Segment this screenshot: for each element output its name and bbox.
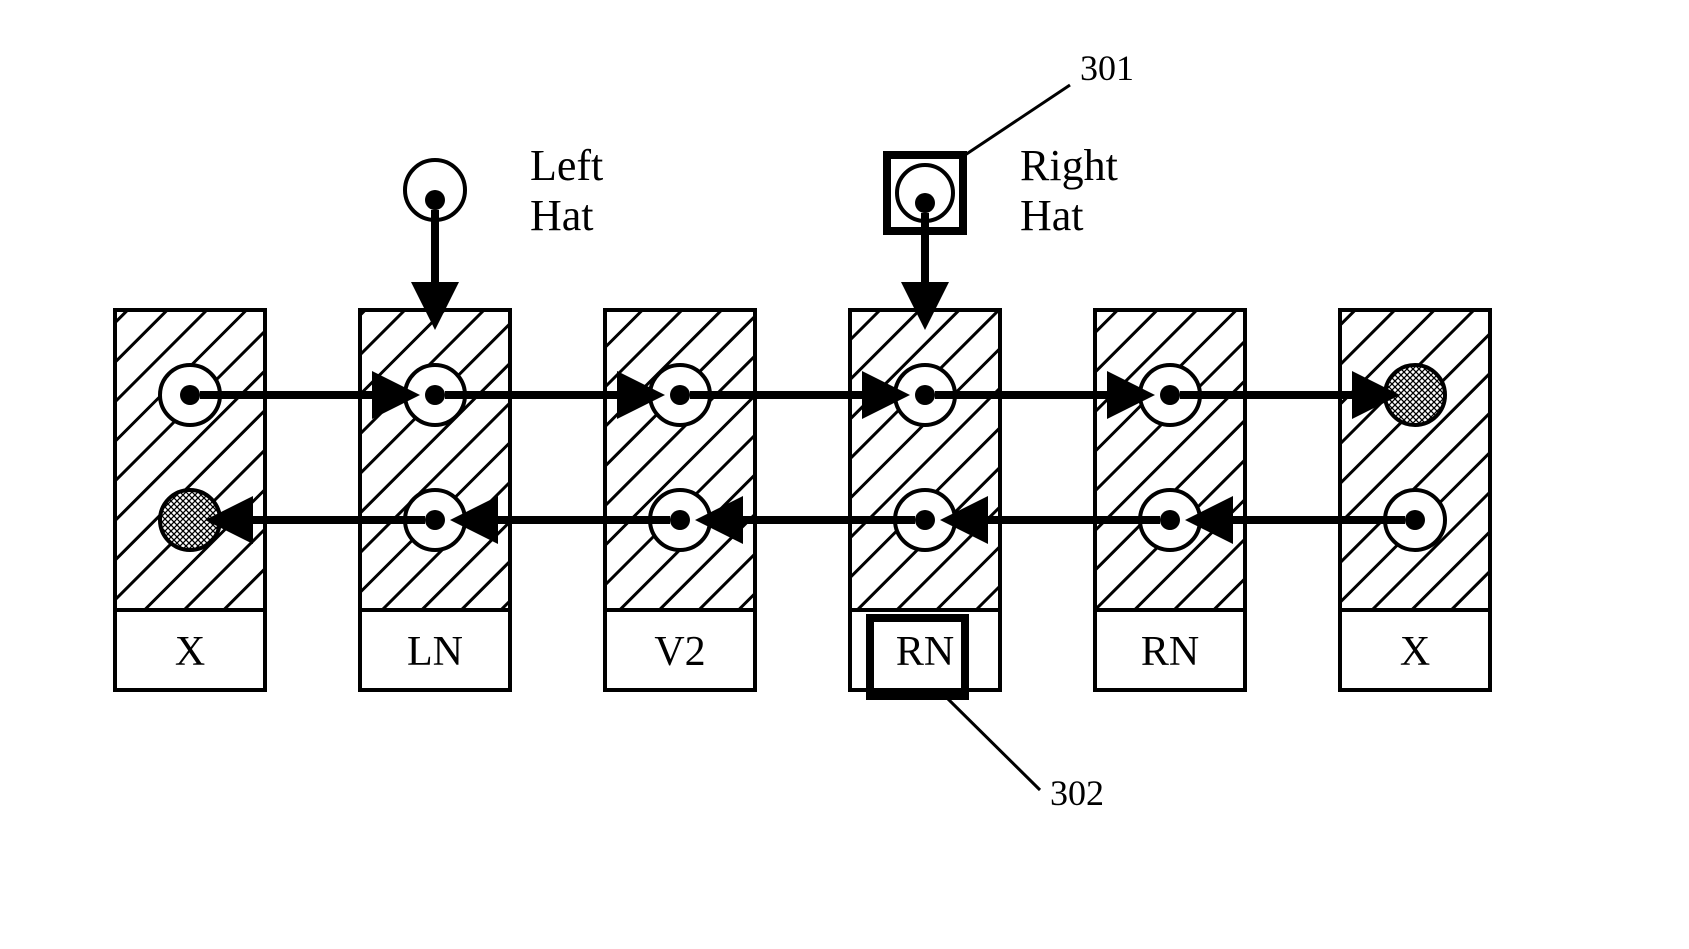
left-hat-label-1: Left xyxy=(530,141,603,190)
right-hat-label-1: Right xyxy=(1020,141,1118,190)
box-4-label: RN xyxy=(1141,629,1199,675)
right-hat-label-2: Hat xyxy=(1020,191,1084,240)
left-hat-label-2: Hat xyxy=(530,191,594,240)
callout-301-label: 301 xyxy=(1080,48,1134,88)
box-3-label: RN xyxy=(896,629,954,675)
diagram-svg: X LN V2 RN RN X xyxy=(0,0,1689,949)
callout-302-label: 302 xyxy=(1050,773,1104,813)
callout-302-leader xyxy=(945,696,1040,790)
node-b5-upper xyxy=(1385,365,1445,425)
box-0-label: X xyxy=(175,629,205,675)
box-2-label: V2 xyxy=(654,629,705,675)
node-b0-lower xyxy=(160,490,220,550)
box-5-label: X xyxy=(1400,629,1430,675)
box-1-label: LN xyxy=(407,629,463,675)
